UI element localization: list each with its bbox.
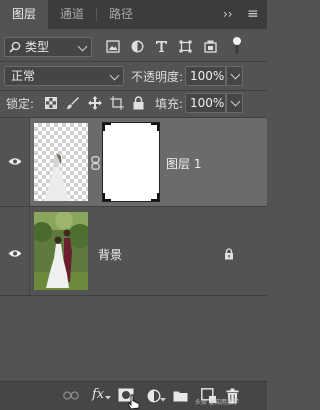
lock-image-icon[interactable] xyxy=(66,96,79,110)
layer-name[interactable]: 背景 xyxy=(98,246,122,263)
background-thumbnail[interactable] xyxy=(34,212,88,290)
divider xyxy=(0,90,267,91)
blend-mode-label: 正常 xyxy=(11,69,36,83)
opacity-label: 不透明度: xyxy=(131,70,184,84)
collapse-panel-button[interactable]: ›› xyxy=(223,0,233,29)
chain-link-icon[interactable] xyxy=(91,156,100,170)
fx-dropdown-icon xyxy=(105,396,111,400)
panel-menu-button[interactable]: ≡ xyxy=(247,0,259,29)
mask-selection-corner xyxy=(151,193,159,201)
watermark-text: 头条 @知用我学 xyxy=(195,399,239,406)
fill-input[interactable]: 100% xyxy=(185,93,226,113)
eye-icon[interactable] xyxy=(8,249,22,258)
adjustment-layer-icon[interactable] xyxy=(147,389,161,403)
lock-all-icon[interactable] xyxy=(133,96,144,110)
cursor-hand-icon xyxy=(127,394,140,410)
smart-object-filter-icon[interactable] xyxy=(204,40,217,53)
chevron-down-icon xyxy=(109,70,120,81)
chevron-down-icon xyxy=(230,96,241,107)
layer-row-layer1[interactable]: 图层 1 xyxy=(0,118,267,206)
tab-layers[interactable]: 图层 xyxy=(0,0,48,29)
link-layers-icon[interactable] xyxy=(63,391,79,400)
filter-toggle-icon[interactable] xyxy=(232,36,242,56)
pixel-layer-filter-icon[interactable] xyxy=(106,40,120,53)
tab-channels[interactable]: 通道 xyxy=(48,0,96,29)
opacity-input[interactable]: 100% xyxy=(185,66,226,86)
type-filter-icon[interactable] xyxy=(155,40,168,53)
bride-silhouette-image xyxy=(44,153,70,201)
lock-transparent-icon[interactable] xyxy=(45,97,57,109)
lock-position-icon[interactable] xyxy=(88,96,102,110)
lock-artboard-icon[interactable] xyxy=(110,96,124,110)
shape-filter-icon[interactable] xyxy=(179,40,192,53)
mask-selection-corner xyxy=(103,193,111,201)
search-icon xyxy=(9,41,21,53)
panel-tab-bar: 图层 通道 路径 ›› ≡ xyxy=(0,0,267,29)
adjustment-filter-icon[interactable] xyxy=(131,40,144,53)
eye-icon[interactable] xyxy=(8,157,22,166)
tab-paths[interactable]: 路径 xyxy=(97,0,145,29)
fill-label: 填充: xyxy=(155,97,184,111)
chevron-down-icon xyxy=(77,41,88,52)
mask-selection-corner xyxy=(151,123,159,131)
layer-mask-thumbnail[interactable] xyxy=(102,122,160,202)
divider xyxy=(0,295,267,296)
chevron-down-icon xyxy=(230,69,241,80)
lock-label: 锁定: xyxy=(6,97,35,111)
fill-dropdown-button[interactable] xyxy=(226,93,243,113)
filter-kind-label: 类型 xyxy=(25,40,50,54)
fx-icon[interactable]: fx xyxy=(92,387,104,402)
layer-row-background[interactable]: 背景 xyxy=(0,207,267,295)
filter-kind-dropdown[interactable]: 类型 xyxy=(4,37,92,57)
wedding-photo-image xyxy=(34,212,88,290)
lock-icon xyxy=(225,248,233,260)
layer1-thumbnail[interactable] xyxy=(34,123,88,201)
layers-bottom-toolbar: fx 头条 @知用我学 xyxy=(0,381,267,410)
blend-mode-dropdown[interactable]: 正常 xyxy=(4,66,124,86)
divider xyxy=(0,61,267,62)
new-group-icon[interactable] xyxy=(173,390,188,402)
mask-selection-corner xyxy=(103,123,111,131)
layer-name[interactable]: 图层 1 xyxy=(166,155,201,172)
opacity-dropdown-button[interactable] xyxy=(226,66,243,86)
adjustment-dropdown-icon xyxy=(160,398,166,402)
